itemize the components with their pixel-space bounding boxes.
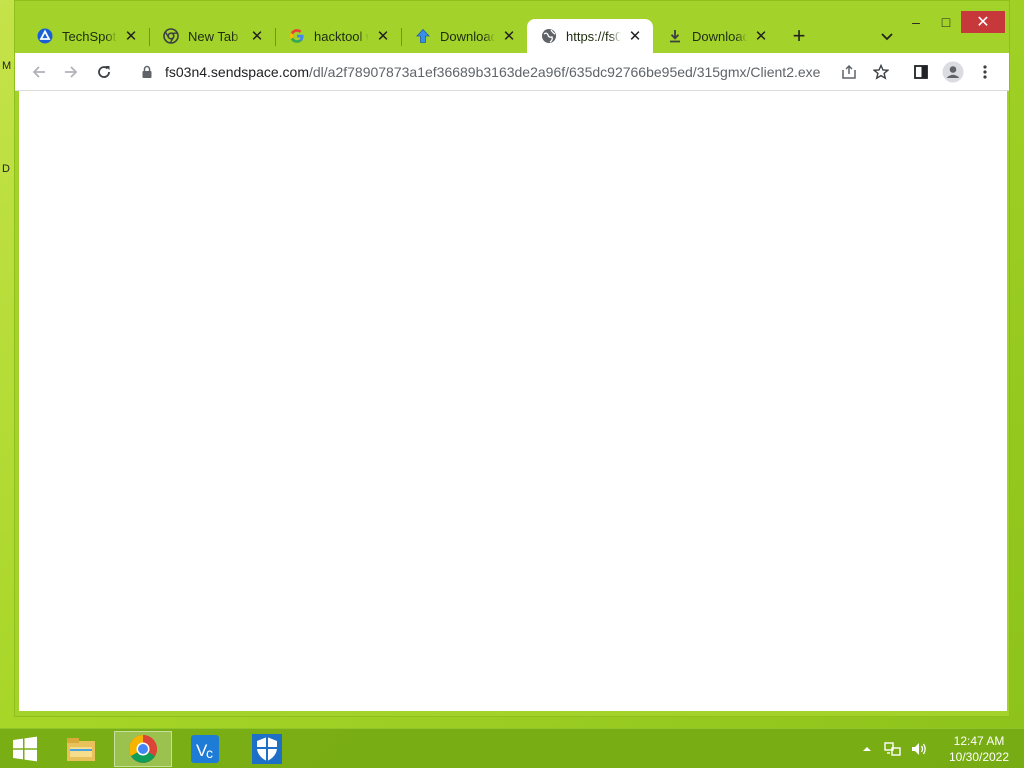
sendspace-icon — [415, 28, 431, 44]
profile-button[interactable] — [939, 58, 967, 86]
clock-date: 10/30/2022 — [948, 750, 1010, 764]
tab-download-client[interactable]: Download Client ✕ — [401, 19, 527, 53]
chrome-taskbar-button[interactable] — [114, 731, 172, 767]
close-button[interactable]: ✕ — [961, 11, 1005, 33]
volume-icon[interactable] — [908, 738, 930, 760]
forward-button[interactable] — [57, 58, 85, 86]
share-button[interactable] — [835, 58, 863, 86]
side-panel-icon — [914, 65, 928, 79]
browser-window: TechSpot | Technology News ✕ New Tab ✕ h… — [14, 0, 1010, 717]
maximize-button[interactable]: □ — [931, 11, 961, 33]
browser-toolbar: fs03n4.sendspace.com/dl/a2f78907873a1ef3… — [15, 53, 1009, 91]
page-content — [19, 91, 1007, 711]
tab-title: Download Client — [440, 28, 495, 44]
avatar-icon — [942, 61, 964, 83]
tab-close-icon[interactable]: ✕ — [753, 28, 769, 45]
taskbar: Vc 12:47 AM 10/30/2022 — [0, 728, 1024, 768]
forward-arrow-icon — [65, 66, 78, 78]
globe-icon — [541, 28, 557, 44]
chrome-icon — [163, 28, 179, 44]
tab-downloads[interactable]: Downloads ✕ — [653, 19, 779, 53]
more-vertical-icon — [983, 65, 987, 79]
svg-text:c: c — [206, 745, 213, 761]
start-button[interactable] — [6, 733, 44, 765]
file-explorer-button[interactable] — [52, 731, 110, 767]
url-host: fs03n4.sendspace.com — [165, 64, 309, 80]
share-icon — [842, 64, 856, 79]
window-controls: – □ ✕ — [901, 11, 1005, 33]
tab-title: Downloads — [692, 28, 747, 44]
vc-app-button[interactable]: Vc — [176, 731, 234, 767]
tab-title: hacktool win32 — [314, 28, 369, 44]
download-icon — [667, 28, 683, 44]
vc-app-icon: Vc — [191, 735, 219, 763]
desktop-icon-label-d[interactable]: D — [2, 163, 10, 175]
url-path: /dl/a2f78907873a1ef36689b3163de2a96f/635… — [308, 64, 821, 80]
bookmark-button[interactable] — [867, 58, 895, 86]
tab-close-icon[interactable]: ✕ — [627, 28, 643, 45]
techspot-icon — [37, 28, 53, 44]
system-tray: 12:47 AM 10/30/2022 — [856, 729, 1024, 768]
tab-title: TechSpot | Technology News — [62, 28, 117, 44]
tab-strip: TechSpot | Technology News ✕ New Tab ✕ h… — [23, 19, 815, 53]
url-text[interactable]: fs03n4.sendspace.com/dl/a2f78907873a1ef3… — [165, 64, 820, 80]
reload-icon — [98, 66, 110, 78]
star-icon — [873, 64, 889, 80]
file-explorer-icon — [67, 738, 95, 761]
title-bar[interactable]: TechSpot | Technology News ✕ New Tab ✕ h… — [15, 1, 1009, 53]
tab-close-icon[interactable]: ✕ — [375, 28, 391, 45]
defender-icon — [252, 734, 282, 764]
windows-logo-icon — [13, 736, 37, 762]
chrome-icon — [129, 735, 157, 763]
tab-close-icon[interactable]: ✕ — [249, 28, 265, 45]
network-icon[interactable] — [882, 738, 904, 760]
back-button[interactable] — [25, 58, 53, 86]
show-hidden-icons-chevron-up-icon[interactable] — [856, 738, 878, 760]
tab-new-tab[interactable]: New Tab ✕ — [149, 19, 275, 53]
tab-close-icon[interactable]: ✕ — [501, 28, 517, 45]
tab-search-chevron-icon[interactable] — [877, 27, 897, 47]
address-bar[interactable]: fs03n4.sendspace.com/dl/a2f78907873a1ef3… — [127, 57, 891, 87]
back-arrow-icon — [32, 66, 45, 78]
tab-title: https://fs03n4 — [566, 28, 621, 44]
new-tab-button[interactable]: + — [783, 19, 815, 53]
tab-google-search[interactable]: hacktool win32 ✕ — [275, 19, 401, 53]
tab-techspot[interactable]: TechSpot | Technology News ✕ — [23, 19, 149, 53]
menu-button[interactable] — [971, 58, 999, 86]
defender-button[interactable] — [238, 731, 296, 767]
minimize-button[interactable]: – — [901, 11, 931, 33]
side-panel-button[interactable] — [907, 58, 935, 86]
tab-title: New Tab — [188, 28, 239, 44]
clock[interactable]: 12:47 AM 10/30/2022 — [934, 733, 1024, 765]
reload-button[interactable] — [90, 58, 118, 86]
desktop-icon-label-m[interactable]: M — [2, 60, 11, 72]
google-icon — [289, 28, 305, 44]
lock-icon[interactable] — [139, 64, 155, 80]
clock-time: 12:47 AM — [953, 734, 1005, 748]
tab-active-sendspace[interactable]: https://fs03n4 ✕ — [527, 19, 653, 53]
tab-close-icon[interactable]: ✕ — [123, 28, 139, 45]
